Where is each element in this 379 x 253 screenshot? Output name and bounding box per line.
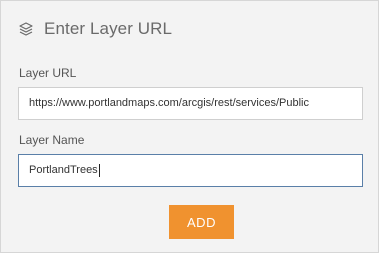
layer-name-input[interactable]: PortlandTrees [18, 154, 363, 187]
layer-url-input[interactable]: https://www.portlandmaps.com/arcgis/rest… [18, 87, 363, 120]
layers-icon [18, 21, 34, 37]
layer-name-value: PortlandTrees [29, 164, 98, 176]
text-caret [98, 163, 100, 177]
layer-url-value: https://www.portlandmaps.com/arcgis/rest… [29, 97, 309, 109]
add-button[interactable]: ADD [169, 205, 234, 239]
panel-title: Enter Layer URL [44, 19, 173, 38]
enter-layer-url-panel: Enter Layer URL Layer URL https://www.po… [0, 0, 379, 253]
panel-header: Enter Layer URL [18, 19, 172, 39]
layer-url-label: Layer URL [19, 66, 77, 80]
layer-name-label: Layer Name [19, 133, 85, 147]
